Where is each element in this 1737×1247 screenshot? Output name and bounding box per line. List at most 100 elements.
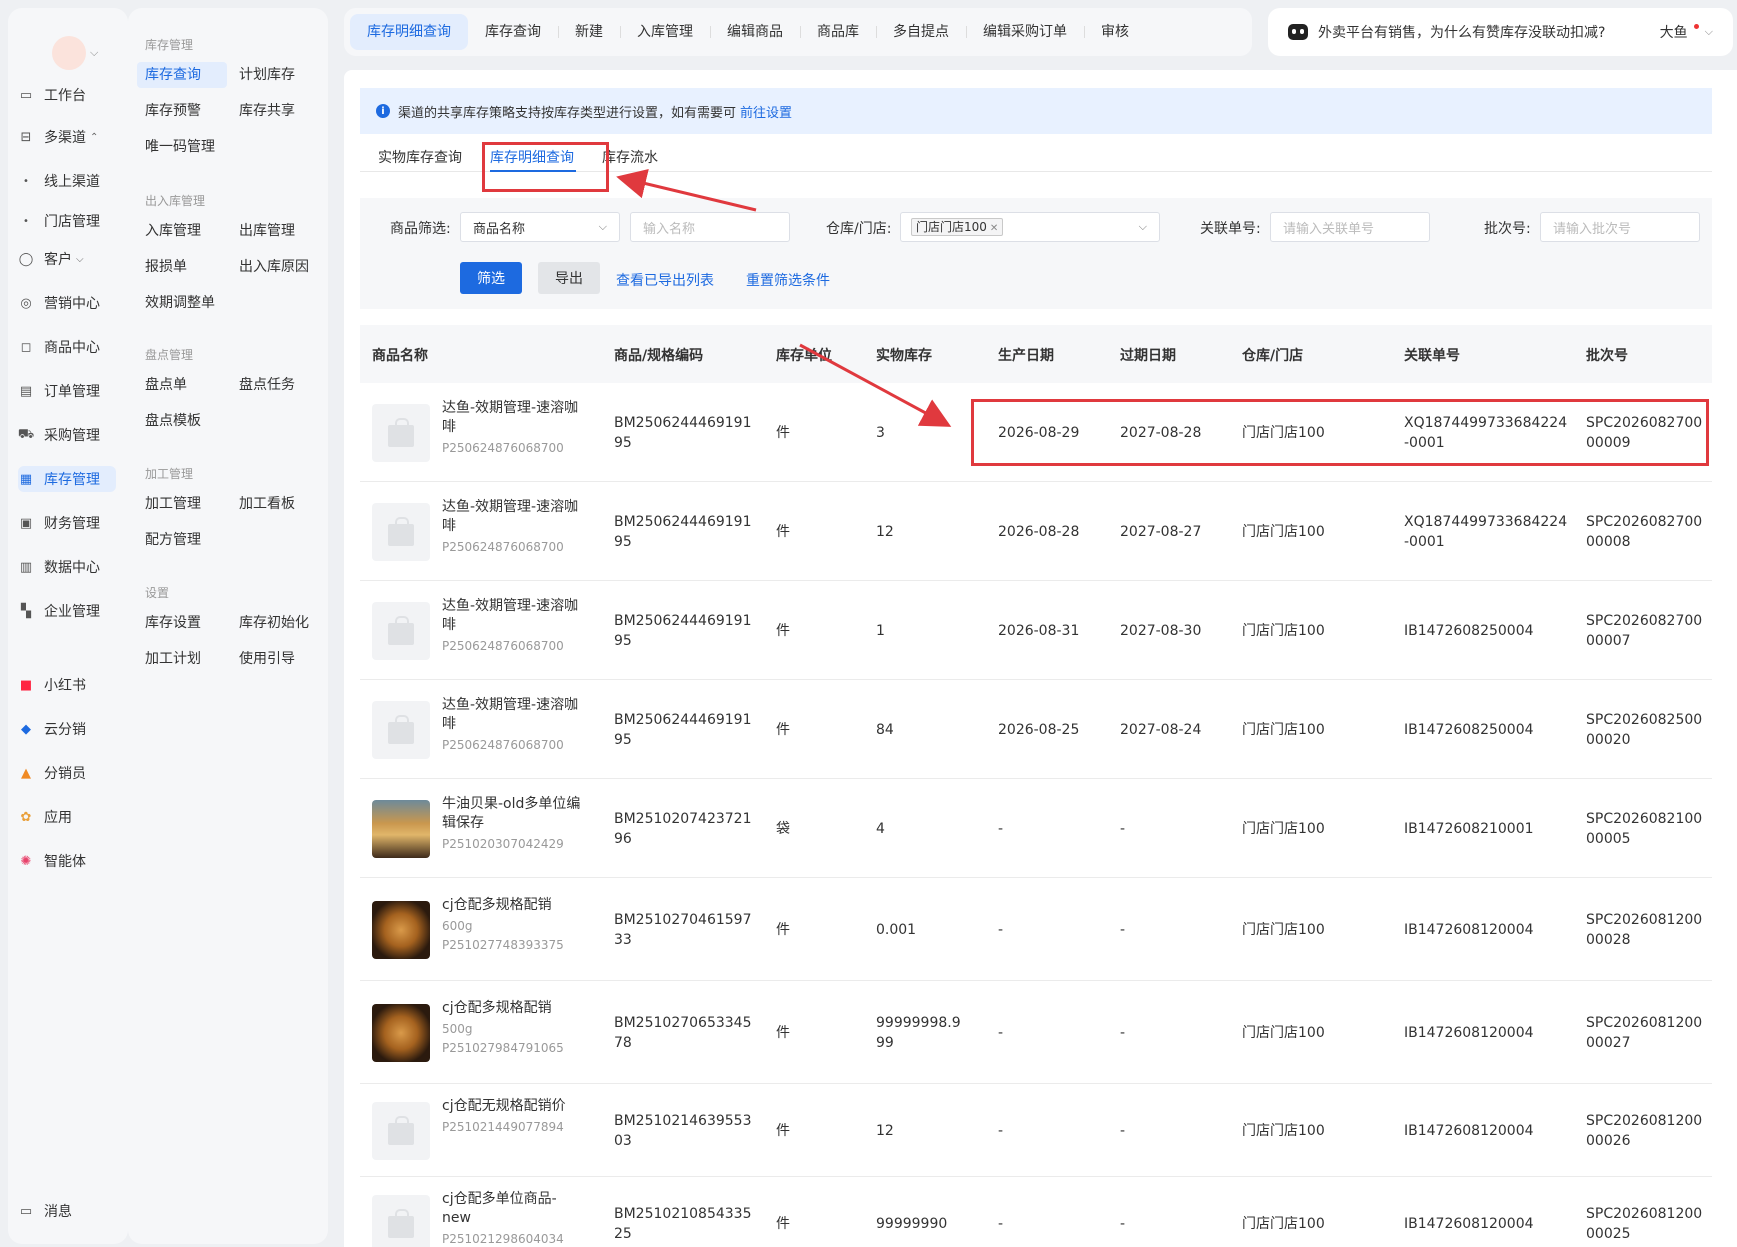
user-menu[interactable]: 大鱼 ⌵ bbox=[1660, 22, 1713, 42]
sidebar-item-label: 工作台 bbox=[44, 88, 86, 104]
subnav-item[interactable]: 配方管理 bbox=[137, 527, 209, 553]
export-button[interactable]: 导出 bbox=[538, 262, 600, 294]
table-row[interactable]: cj仓配多规格配销 500g P251027984791065 BM251027065… bbox=[360, 981, 1712, 1084]
sidebar-item-1[interactable]: ⊟ 多渠道 ⌃ bbox=[18, 124, 114, 150]
sidebar-item-2[interactable]: • 线上渠道 bbox=[18, 168, 114, 194]
subnav-item[interactable]: 加工看板 bbox=[231, 491, 303, 517]
sidebar-item-7[interactable]: ▤ 订单管理 bbox=[18, 378, 114, 404]
product-name[interactable]: 达鱼-效期管理-速溶咖啡 bbox=[442, 597, 584, 635]
warehouse-chip[interactable]: 门店门店100 ✕ bbox=[911, 218, 1004, 236]
production-date: - bbox=[998, 1215, 1004, 1232]
tab-stock-flow[interactable]: 库存流水 bbox=[602, 147, 658, 167]
subnav-item[interactable]: 使用引导 bbox=[231, 646, 303, 672]
stock-unit: 件 bbox=[776, 921, 790, 938]
subnav-item[interactable]: 库存共享 bbox=[231, 98, 303, 124]
sidebar-item-label: 营销中心 bbox=[44, 296, 100, 312]
assistant-bar[interactable]: 外卖平台有销售，为什么有赞库存没联动扣减? 大鱼 ⌵ bbox=[1268, 8, 1733, 56]
table-row[interactable]: cj仓配无规格配销价 P251021449077894 BM251021463955… bbox=[360, 1084, 1712, 1177]
subnav-item[interactable]: 出入库原因 bbox=[231, 254, 317, 280]
subnav-item[interactable]: 出库管理 bbox=[231, 218, 303, 244]
tab-physical-stock[interactable]: 实物库存查询 bbox=[378, 147, 462, 167]
subnav-item[interactable]: 加工管理 bbox=[137, 491, 209, 517]
sidebar-item-15[interactable]: ▲ 分销员 bbox=[18, 760, 114, 786]
related-order-input[interactable]: 请输入关联单号 bbox=[1270, 212, 1430, 242]
sidebar-item-0[interactable]: ▭ 工作台 bbox=[18, 82, 114, 108]
chevron-down-icon[interactable]: ⌵ bbox=[90, 46, 98, 60]
top-tab-0[interactable]: 库存明细查询 bbox=[350, 14, 468, 50]
product-code: P250624876068700 bbox=[442, 737, 564, 752]
bag-icon bbox=[388, 714, 414, 744]
subnav-item[interactable]: 计划库存 bbox=[231, 62, 303, 88]
table-row[interactable]: 达鱼-效期管理-速溶咖啡 P250624876068700 BM2506244469… bbox=[360, 680, 1712, 779]
product-filter-select[interactable]: 商品名称 ⌵ bbox=[460, 212, 620, 242]
assistant-question[interactable]: 外卖平台有销售，为什么有赞库存没联动扣减? bbox=[1318, 22, 1605, 42]
close-icon[interactable]: ✕ bbox=[990, 223, 998, 234]
subnav-item[interactable]: 库存初始化 bbox=[231, 610, 317, 636]
product-name[interactable]: cj仓配多规格配销 bbox=[442, 896, 584, 915]
product-name[interactable]: 牛油贝果-old多单位编辑保存 bbox=[442, 795, 584, 833]
subnav-item[interactable]: 库存设置 bbox=[137, 610, 209, 636]
sidebar-item-13[interactable]: ■ 小红书 bbox=[18, 672, 114, 698]
user-name: 大鱼 bbox=[1659, 25, 1688, 41]
sidebar-item-14[interactable]: ◆ 云分销 bbox=[18, 716, 114, 742]
sidebar-item-9[interactable]: ▦ 库存管理 bbox=[18, 466, 116, 492]
product-name[interactable]: 达鱼-效期管理-速溶咖啡 bbox=[442, 399, 584, 437]
sidebar-item-4[interactable]: ◯ 客户 ⌵ bbox=[18, 246, 114, 272]
top-tab-6[interactable]: 多自提点 bbox=[876, 14, 966, 50]
top-tab-3[interactable]: 入库管理 bbox=[620, 14, 710, 50]
table-row[interactable]: 达鱼-效期管理-速溶咖啡 P250624876068700 BM2506244469… bbox=[360, 383, 1712, 482]
subnav-item[interactable]: 报损单 bbox=[137, 254, 195, 280]
related-order-no: XQ1874499733684224 -0001 bbox=[1404, 513, 1568, 550]
subnav-item[interactable]: 盘点模板 bbox=[137, 408, 209, 434]
batch-input[interactable]: 请输入批次号 bbox=[1540, 212, 1700, 242]
sidebar-item-label: 多渠道 bbox=[44, 130, 86, 146]
table-row[interactable]: 达鱼-效期管理-速溶咖啡 P250624876068700 BM2506244469… bbox=[360, 482, 1712, 581]
top-tab-7[interactable]: 编辑采购订单 bbox=[966, 14, 1084, 50]
view-exports-link[interactable]: 查看已导出列表 bbox=[616, 270, 714, 290]
table-row[interactable]: 牛油贝果-old多单位编辑保存 P251020307042429 BM2510207… bbox=[360, 779, 1712, 878]
table-row[interactable]: cj仓配多规格配销 600g P251027748393375 BM251027046… bbox=[360, 878, 1712, 981]
sidebar-item-16[interactable]: ✿ 应用 bbox=[18, 804, 114, 830]
stock-unit: 件 bbox=[776, 1215, 790, 1232]
product-name[interactable]: 达鱼-效期管理-速溶咖啡 bbox=[442, 696, 584, 734]
sidebar-item-17[interactable]: ✺ 智能体 bbox=[18, 848, 114, 874]
filter-button[interactable]: 筛选 bbox=[460, 262, 522, 294]
subnav-item[interactable]: 加工计划 bbox=[137, 646, 209, 672]
notice-settings-link[interactable]: 前往设置 bbox=[740, 102, 792, 121]
distributor-icon: ▲ bbox=[21, 765, 31, 781]
top-tab-1[interactable]: 库存查询 bbox=[468, 14, 558, 50]
top-tab-4[interactable]: 编辑商品 bbox=[710, 14, 800, 50]
subnav-item[interactable]: 入库管理 bbox=[137, 218, 209, 244]
sidebar-item-3[interactable]: • 门店管理 bbox=[18, 208, 114, 234]
subnav-item[interactable]: 盘点任务 bbox=[231, 372, 303, 398]
related-order-no: IB1472608120004 bbox=[1404, 1122, 1534, 1139]
top-tab-2[interactable]: 新建 bbox=[558, 14, 620, 50]
subnav-item[interactable]: 盘点单 bbox=[137, 372, 195, 398]
bag-icon bbox=[388, 1208, 414, 1238]
sidebar-item-8[interactable]: ⛟ 采购管理 bbox=[18, 422, 114, 448]
name-input[interactable]: 输入名称 bbox=[630, 212, 790, 242]
subnav-item[interactable]: 库存预警 bbox=[137, 98, 209, 124]
reset-filters-link[interactable]: 重置筛选条件 bbox=[746, 270, 830, 290]
tab-stock-detail[interactable]: 库存明细查询 bbox=[490, 147, 574, 167]
subnav-item[interactable]: 库存查询 bbox=[137, 62, 227, 88]
sidebar-item-6[interactable]: ◻ 商品中心 bbox=[18, 334, 114, 360]
subnav-item[interactable]: 效期调整单 bbox=[137, 290, 223, 316]
product-name[interactable]: 达鱼-效期管理-速溶咖啡 bbox=[442, 498, 584, 536]
sidebar-item-11[interactable]: ▥ 数据中心 bbox=[18, 554, 114, 580]
table-row[interactable]: 达鱼-效期管理-速溶咖啡 P250624876068700 BM2506244469… bbox=[360, 581, 1712, 680]
product-name[interactable]: cj仓配多单位商品-new bbox=[442, 1190, 584, 1228]
top-tab-8[interactable]: 审核 bbox=[1084, 14, 1146, 50]
product-name[interactable]: cj仓配多规格配销 bbox=[442, 999, 584, 1018]
sidebar-item-5[interactable]: ◎ 营销中心 bbox=[18, 290, 114, 316]
sidebar-item-12[interactable]: ▚ 企业管理 bbox=[18, 598, 114, 624]
messages-button[interactable]: ▭ 消息 bbox=[18, 1198, 114, 1224]
chevron-down-icon: ⌵ bbox=[1138, 220, 1147, 233]
warehouse-select[interactable]: 门店门店100 ✕ ⌵ bbox=[900, 212, 1160, 242]
sidebar-item-10[interactable]: ▣ 财务管理 bbox=[18, 510, 114, 536]
avatar[interactable] bbox=[52, 36, 86, 70]
product-name[interactable]: cj仓配无规格配销价 bbox=[442, 1097, 584, 1116]
table-row[interactable]: cj仓配多单位商品-new P251021298604034 BM251021085… bbox=[360, 1177, 1712, 1247]
top-tab-5[interactable]: 商品库 bbox=[800, 14, 876, 50]
subnav-item[interactable]: 唯一码管理 bbox=[137, 134, 223, 160]
